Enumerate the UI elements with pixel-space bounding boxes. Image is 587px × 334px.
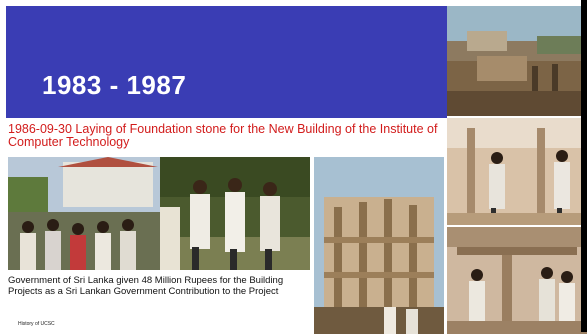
slide: 1983 - 1987 1986-09-30 Laying of Foundat…: [0, 0, 587, 334]
slide-frame: [0, 0, 587, 332]
